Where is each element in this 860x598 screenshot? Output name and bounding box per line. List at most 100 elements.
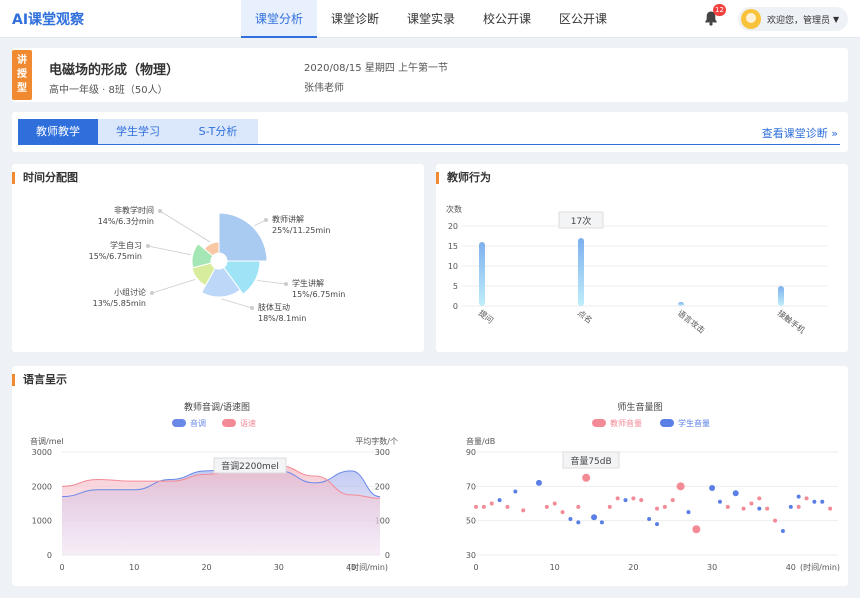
student-volume-point [535,479,542,486]
volume-y-tick: 70 [466,482,476,491]
legend-swatch-teacher [592,419,606,427]
bar [678,302,684,306]
pie-leader-line [151,279,196,294]
volume-chart-title: 师生音量图 [617,401,662,413]
student-volume-point [576,520,581,525]
teacher-volume-point [582,473,591,482]
teacher-volume-point [552,501,557,506]
teacher-volume-point [655,506,659,511]
nav-item-classroom-diagnosis[interactable]: 课堂诊断 [317,0,393,38]
volume-y-tick: 90 [466,448,476,457]
student-volume-point [623,498,628,503]
area-left-tick: 3000 [32,448,52,457]
pie-slice-name: 学生讲解 [292,278,324,288]
pie-leader-dot [284,282,288,286]
time-allocation-chart: 教师讲解25%/11.25min学生讲解15%/6.75min肢体互动18%/8… [89,205,346,323]
volume-x-tick: 40 [786,563,796,572]
nav-item-classroom-record[interactable]: 课堂实录 [393,0,469,38]
pie-leader-dot [264,218,268,222]
lesson-type-tag: 讲授型 [12,50,32,100]
view-diagnosis-link[interactable]: 查看课堂诊断 » [762,125,838,141]
app-logo[interactable]: AI课堂观察 [12,9,84,29]
legend-label-pitch: 音调 [190,418,206,428]
student-volume-point [732,490,739,497]
bar-tooltip: 17次 [571,215,591,227]
volume-x-tick: 20 [628,563,638,572]
user-greeting: 欢迎您，管理员 [767,15,831,26]
tab-underline [18,144,840,145]
pie-slice-value: 15%/6.75min [292,290,345,299]
bar-y-axis-label: 次数 [446,204,462,214]
bar-y-tick: 5 [453,282,458,291]
language-panel: 语言呈示 教师音调/语速图 音调 语速 音调/mel 平均字数/个 0 1000 2000 30… [12,366,848,586]
area-right-tick: 0 [385,551,390,560]
user-menu[interactable]: 欢迎您，管理员 ▼ [738,7,848,31]
bar-x-tick: 点名 [576,308,595,326]
pie-leader-dot [158,209,162,213]
teacher-volume-point [670,498,675,503]
teacher-volume-point [607,504,612,509]
pie-slice-name: 学生自习 [110,240,142,250]
pie-slice-name: 教师讲解 [272,214,304,224]
student-volume-point [780,528,785,533]
area-x-tick: 20 [201,563,211,572]
volume-x-tick: 10 [550,563,560,572]
lesson-date: 2020/08/15 星期四 上午第一节 [304,63,448,74]
legend-swatch-speed [222,419,236,427]
pie-slice-value: 13%/5.85min [93,299,146,308]
area-left-axis-label: 音调/mel [30,436,64,446]
student-volume-point [568,516,573,521]
tab-teacher-teaching[interactable]: 教师教学 [18,119,98,144]
lesson-info-card: 讲授型 电磁场的形成（物理） 高中一年级 · 8班（50人） 2020/08/1… [12,48,848,102]
student-volume-point [497,498,502,503]
teacher-behavior-panel: 教师行为 次数 0 5 10 15 20 提问 点名 语言攻击 接触手机 17次 [436,164,848,352]
tab-student-learning[interactable]: 学生学习 [98,119,178,144]
pie-slice [218,212,268,262]
teacher-volume-point [741,506,746,511]
student-volume-point [513,489,518,494]
area-right-tick: 300 [375,448,390,457]
student-volume-point [655,522,659,527]
area-x-tick: 30 [274,563,284,572]
legend-swatch-student [660,419,674,427]
nav-item-district-open-class[interactable]: 区公开课 [545,0,621,38]
teacher-volume-point [692,525,701,534]
pie-leader-dot [150,291,154,295]
student-volume-point [788,504,793,509]
pie-leader-line [147,245,191,256]
pie-leader-line [221,298,253,309]
teacher-volume-point [773,518,778,523]
bar [479,242,485,306]
volume-y-axis-label: 音量/dB [466,436,495,446]
time-allocation-panel: 时间分配图 教师讲解 25%/11.25min 学生讲解 15%/6.75min 肢体互… [12,164,424,352]
teacher-volume-point [631,496,636,501]
area-left-tick: 0 [47,551,52,560]
pie-leader-line [257,280,287,285]
lesson-title: 电磁场的形成（物理） [49,63,180,78]
nav-item-classroom-analysis[interactable]: 课堂分析 [241,0,317,38]
analysis-tabs: 教师教学 学生学习 S-T分析 查看课堂诊断 » [12,112,848,152]
teacher-volume-point [639,498,644,503]
legend-label-speed: 语速 [240,418,256,428]
lesson-class: 高中一年级 · 8班（50人） [49,85,168,96]
student-volume-point [709,485,716,492]
lesson-type-text: 讲授型 [17,55,27,94]
teacher-volume-point [662,504,667,509]
area-x-tick: 10 [129,563,139,572]
teacher-volume-point [749,501,754,506]
area-x-axis-label: (时间/min) [348,562,388,572]
bar [578,238,584,306]
area-chart-title: 教师音调/语速图 [184,401,250,413]
legend-label-teacher: 教师音量 [610,418,642,428]
bar-y-tick: 20 [448,222,458,231]
student-volume-point [820,499,825,504]
student-volume-point [757,506,762,511]
bar-y-tick: 15 [448,242,458,251]
area-tooltip: 音调2200mel [221,460,279,472]
teacher-volume-point [505,504,510,509]
tab-st-analysis[interactable]: S-T分析 [178,119,258,144]
pie-slice-name: 非教学时间 [114,205,154,215]
pie-slice-value: 14%/6.3分min [98,217,154,226]
teacher-volume-point [676,482,685,491]
nav-item-school-open-class[interactable]: 校公开课 [469,0,545,38]
